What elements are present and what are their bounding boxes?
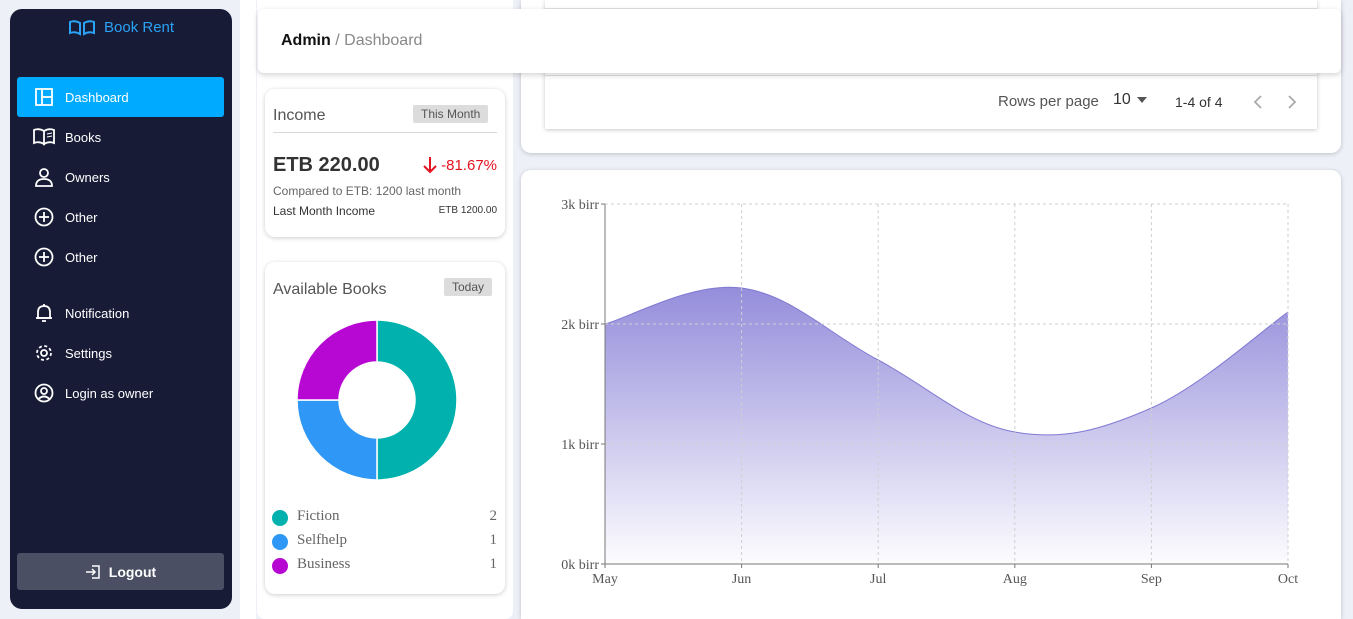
legend-item-selfhelp: Selfhelp 1: [272, 530, 497, 552]
breadcrumb: Admin / Dashboard: [281, 32, 422, 50]
last-month-label: Last Month Income: [273, 204, 376, 218]
selfhelp-swatch: [272, 534, 288, 550]
income-title: Income: [273, 107, 326, 124]
sidebar-item-label: Dashboard: [65, 89, 129, 105]
legend-value: 1: [489, 532, 498, 548]
brand-title: Book Rent: [104, 19, 175, 36]
sidebar-item-login-as-owner[interactable]: Login as owner: [17, 373, 224, 413]
person-icon: [33, 166, 55, 188]
divider: [273, 132, 497, 133]
legend-name: Fiction: [297, 508, 340, 524]
x-tick-label: Jul: [870, 572, 886, 587]
income-card: Income This Month ETB 220.00 -81.67% Com…: [265, 89, 505, 237]
legend-item-fiction: Fiction 2: [272, 506, 497, 528]
sidebar-item-owners[interactable]: Owners: [17, 157, 224, 197]
plus-circle-icon: [33, 206, 55, 228]
logout-icon: [85, 564, 100, 579]
sidebar-item-books[interactable]: Books: [17, 117, 224, 157]
sidebar-item-other-2[interactable]: Other: [17, 237, 224, 277]
x-tick-label: Jun: [732, 572, 751, 587]
rows-per-page-select[interactable]: 10: [1113, 91, 1147, 109]
open-book-logo-icon: [69, 19, 95, 36]
sidebar-item-label: Notification: [65, 305, 130, 321]
y-tick-label: 2k birr: [561, 318, 599, 333]
rows-per-page-value: 10: [1113, 91, 1131, 108]
bell-icon: [33, 302, 55, 324]
book-icon: [33, 126, 55, 148]
page-header: Admin / Dashboard: [258, 9, 1341, 73]
logout-button[interactable]: Logout: [17, 553, 224, 590]
sidebar-item-notification[interactable]: Notification: [17, 293, 224, 333]
legend-value: 2: [489, 508, 498, 524]
income-amount: ETB 220.00: [273, 154, 380, 176]
legend-value: 1: [489, 556, 498, 572]
y-tick-label: 1k birr: [561, 438, 599, 453]
sidebar-item-other-1[interactable]: Other: [17, 197, 224, 237]
pagination-range: 1-4 of 4: [1175, 94, 1223, 110]
period-badge: Today: [444, 278, 493, 296]
sidebar-item-label: Other: [65, 209, 98, 225]
rows-per-page-label: Rows per page: [998, 93, 1099, 110]
gear-icon: [33, 342, 55, 364]
sidebar-item-dashboard[interactable]: Dashboard: [17, 77, 224, 117]
sidebar-item-label: Other: [65, 249, 98, 265]
arrow-down-icon: [423, 157, 437, 174]
area-fill: [605, 287, 1288, 564]
chevron-right-icon[interactable]: [1285, 94, 1299, 110]
donut-slice-selfhelp: [296, 399, 378, 481]
plus-circle-icon: [33, 246, 55, 268]
legend-name: Business: [297, 556, 351, 572]
period-badge: This Month: [413, 105, 489, 123]
logout-label: Logout: [108, 563, 157, 580]
business-swatch: [272, 558, 288, 574]
x-tick-label: May: [592, 572, 618, 587]
table-footer-divider: [545, 75, 1317, 76]
legend-name: Selfhelp: [297, 532, 347, 548]
change-value: -81.67%: [441, 156, 497, 174]
breadcrumb-root[interactable]: Admin: [281, 32, 331, 49]
breadcrumb-separator: /: [335, 32, 340, 49]
y-tick-label: 0k birr: [561, 558, 599, 573]
sidebar-item-settings[interactable]: Settings: [17, 333, 224, 373]
available-books-title: Available Books: [273, 281, 387, 298]
legend-item-business: Business 1: [272, 554, 497, 576]
donut-slice-fiction: [376, 319, 458, 481]
sidebar-item-label: Login as owner: [65, 385, 154, 401]
x-tick-label: Aug: [1003, 572, 1027, 587]
brand[interactable]: Book Rent: [68, 19, 174, 36]
sidebar-item-label: Books: [65, 129, 102, 145]
dashboard-icon: [33, 86, 55, 108]
sidebar: Book Rent Dashboard Books Owners Other O…: [10, 9, 232, 609]
last-month-value: ETB 1200.00: [438, 205, 497, 216]
x-tick-label: Sep: [1141, 572, 1162, 587]
income-compare: Compared to ETB: 1200 last month: [273, 184, 462, 198]
gutter: [240, 0, 256, 619]
chevron-left-icon[interactable]: [1251, 94, 1265, 110]
account-circle-icon: [33, 382, 55, 404]
caret-down-icon: [1136, 97, 1147, 103]
area-chart: 0k birr 1k birr 2k birr 3k birr May Jun Jul Aug…: [561, 198, 1298, 587]
donut-slice-business: [296, 319, 378, 401]
change-indicator: -81.67%: [422, 156, 497, 174]
sidebar-item-label: Settings: [65, 345, 112, 361]
x-tick-label: Oct: [1278, 572, 1298, 587]
income-chart-card: 0k birr 1k birr 2k birr 3k birr May Jun Jul Aug…: [521, 170, 1341, 619]
fiction-swatch: [272, 510, 288, 526]
books-donut-chart: [296, 319, 458, 481]
y-tick-label: 3k birr: [561, 198, 599, 213]
breadcrumb-current: Dashboard: [344, 32, 423, 49]
sidebar-item-label: Owners: [65, 169, 110, 185]
